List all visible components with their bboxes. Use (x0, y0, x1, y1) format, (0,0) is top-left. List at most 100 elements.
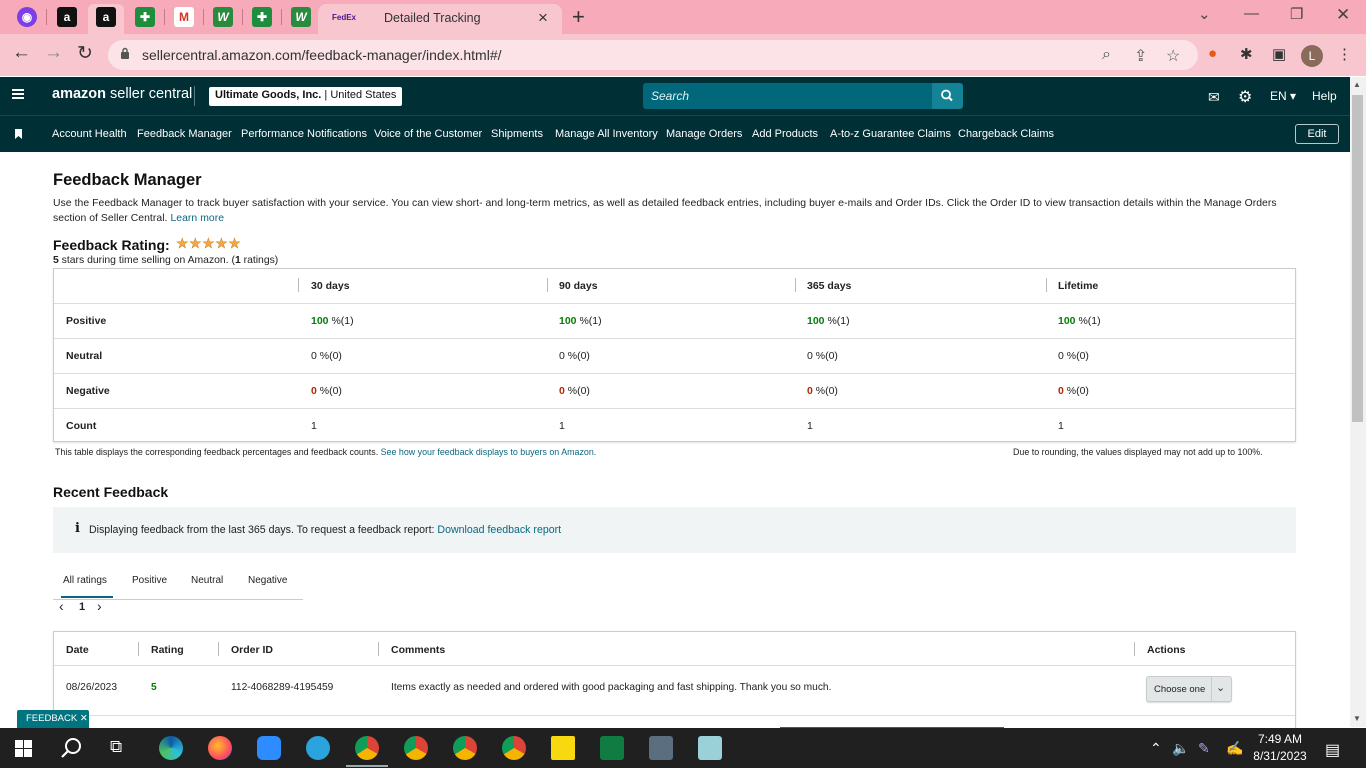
amazon-icon[interactable]: a (57, 7, 77, 27)
search-icon[interactable] (61, 737, 83, 759)
page-number[interactable]: 1 (79, 601, 85, 613)
close-window-button[interactable]: ✕ (1336, 5, 1350, 25)
chrome-icon[interactable] (453, 736, 477, 760)
pen-icon[interactable]: ✎ (1198, 740, 1210, 757)
reload-button[interactable]: ↻ (77, 42, 93, 65)
tab-neutral[interactable]: Neutral (191, 575, 223, 586)
tab-search-chevron-icon[interactable]: ⌄ (1198, 5, 1211, 23)
tab-divider (46, 9, 47, 25)
chrome-icon[interactable] (404, 736, 428, 760)
back-button[interactable]: ← (12, 42, 31, 64)
windows-start-icon[interactable] (15, 740, 32, 757)
app-w-icon[interactable]: W (291, 7, 311, 27)
menu-dots-icon[interactable]: ⋮ (1337, 45, 1352, 63)
seller-central-logo[interactable]: amazon seller central (52, 86, 192, 102)
volume-icon[interactable]: 🔈 (1172, 740, 1189, 757)
profile-avatar[interactable]: L (1301, 45, 1323, 67)
learn-more-link[interactable]: Learn more (170, 213, 224, 224)
bookmark-star-icon[interactable]: ☆ (1166, 46, 1180, 66)
forward-button[interactable]: → (44, 42, 63, 64)
metrics-row-positive: Positive 100 %(1) 100 %(1) 100 %(1) 100 … (54, 303, 1295, 338)
feedback-widget-tab[interactable]: FEEDBACK ✕ (17, 710, 89, 728)
dropdown-divider (1211, 677, 1212, 701)
language-selector[interactable]: EN ▾ (1270, 89, 1296, 103)
intro-text: Use the Feedback Manager to track buyer … (53, 196, 1283, 226)
nav-performance-notifications[interactable]: Performance Notifications (241, 128, 367, 140)
sheets-icon[interactable]: ✚ (135, 7, 155, 27)
zoom-icon[interactable]: ⌕ (1102, 46, 1111, 64)
search-button[interactable] (932, 83, 963, 109)
nav-feedback-manager[interactable]: Feedback Manager (137, 128, 232, 140)
address-bar[interactable]: sellercentral.amazon.com/feedback-manage… (108, 40, 1198, 70)
calculator-icon[interactable] (649, 736, 673, 760)
neutral-count: %(0) (564, 350, 590, 362)
excel-icon[interactable] (600, 736, 624, 760)
mail-icon[interactable]: ✉ (1208, 89, 1220, 106)
help-link[interactable]: Help (1312, 89, 1337, 103)
active-tab[interactable]: FedEx Detailed Tracking × (318, 4, 562, 34)
zoom-app-icon[interactable] (257, 736, 281, 760)
hamburger-menu-icon[interactable] (12, 89, 24, 99)
gmail-icon[interactable]: M (174, 7, 194, 27)
tab-positive[interactable]: Positive (132, 575, 167, 586)
handwriting-icon[interactable]: ✍ (1226, 740, 1243, 757)
column-divider (795, 278, 796, 292)
new-tab-button[interactable]: + (572, 4, 585, 30)
metrics-row-label: Negative (66, 385, 110, 397)
close-tab-icon[interactable]: × (538, 8, 548, 28)
share-icon[interactable]: ⇪ (1134, 46, 1147, 66)
buyer-display-link[interactable]: See how your feedback displays to buyers… (381, 447, 597, 457)
app-w-icon[interactable]: W (213, 7, 233, 27)
nav-voice-of-customer[interactable]: Voice of the Customer (374, 128, 482, 140)
rounding-note: Due to rounding, the values displayed ma… (1013, 447, 1263, 457)
nav-manage-all-inventory[interactable]: Manage All Inventory (555, 128, 658, 140)
minimize-button[interactable]: — (1244, 5, 1259, 22)
nav-shipments[interactable]: Shipments (491, 128, 543, 140)
sheets-icon[interactable]: ✚ (252, 7, 272, 27)
next-page-icon[interactable]: › (97, 598, 102, 614)
positive-count: %(1) (576, 315, 602, 327)
restore-button[interactable]: ❐ (1290, 5, 1303, 23)
browser-toolbar: ← → ↻ sellercentral.amazon.com/feedback-… (0, 34, 1366, 76)
tab-divider (203, 9, 204, 25)
tab-all-ratings[interactable]: All ratings (63, 575, 107, 586)
amazon-icon[interactable]: a (96, 7, 116, 27)
download-report-link[interactable]: Download feedback report (437, 524, 561, 536)
extensions-puzzle-icon[interactable]: ✱ (1240, 45, 1253, 63)
scroll-up-icon[interactable]: ▲ (1353, 80, 1361, 89)
nav-account-health[interactable]: Account Health (52, 128, 127, 140)
edit-nav-button[interactable]: Edit (1295, 124, 1339, 144)
task-view-icon[interactable]: ⧉ (110, 737, 122, 757)
sticky-notes-icon[interactable] (551, 736, 575, 760)
rating-summary-text: stars during time selling on Amazon. ( (58, 255, 235, 266)
column-divider (378, 642, 379, 656)
notifications-icon[interactable]: ▤ (1325, 740, 1340, 760)
firefox-icon[interactable] (208, 736, 232, 760)
settings-gear-icon[interactable]: ⚙ (1238, 87, 1252, 107)
tray-chevron-icon[interactable]: ⌃ (1150, 740, 1162, 757)
chrome-icon[interactable] (502, 736, 526, 760)
rating-stars-icon: ★★★★★ (176, 235, 242, 251)
store-switcher[interactable]: Ultimate Goods, Inc. | United States (209, 87, 403, 106)
actions-dropdown[interactable]: Choose one ⌄ (1146, 676, 1232, 702)
nav-add-products[interactable]: Add Products (752, 128, 818, 140)
telegram-icon[interactable] (306, 736, 330, 760)
extension-fire-icon[interactable]: ● (1208, 45, 1217, 62)
notepad-icon[interactable] (698, 736, 722, 760)
prev-page-icon[interactable]: ‹ (59, 598, 64, 614)
positive-count: %(1) (1075, 315, 1101, 327)
bookmark-icon[interactable] (15, 129, 22, 139)
chrome-icon[interactable] (355, 736, 379, 760)
edge-icon[interactable] (159, 736, 183, 760)
side-panel-icon[interactable]: ▣ (1272, 45, 1286, 63)
tab-negative[interactable]: Negative (248, 575, 287, 586)
scrollbar-thumb[interactable] (1352, 95, 1363, 422)
nav-manage-orders[interactable]: Manage Orders (666, 128, 742, 140)
nav-a-to-z-claims[interactable]: A-to-z Guarantee Claims (830, 128, 951, 140)
scroll-down-icon[interactable]: ▼ (1353, 714, 1361, 723)
order-id-link[interactable]: 112-4068289-4195459 (231, 682, 333, 693)
messenger-icon[interactable]: ◉ (17, 7, 37, 27)
nav-chargeback-claims[interactable]: Chargeback Claims (958, 128, 1054, 140)
taskbar-clock[interactable]: 7:49 AM 8/31/2023 (1250, 731, 1310, 765)
search-input[interactable]: Search (643, 83, 933, 109)
